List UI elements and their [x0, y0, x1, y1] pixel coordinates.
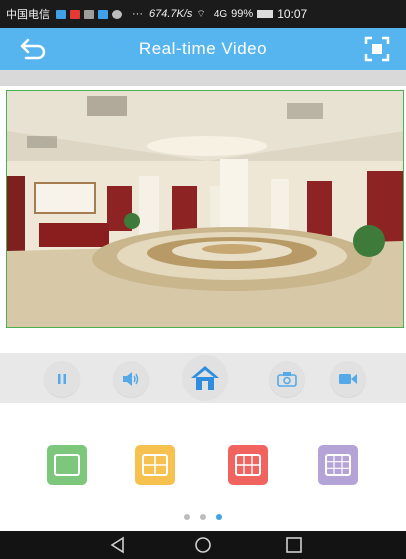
video-frame-image: [7, 91, 403, 327]
layout-quad[interactable]: [135, 445, 175, 485]
single-view-icon: [54, 454, 80, 476]
battery-icon: [257, 10, 274, 18]
back-arrow-icon[interactable]: [18, 36, 48, 62]
page-indicator: [0, 514, 406, 526]
page-dot[interactable]: [200, 514, 206, 520]
page-dot[interactable]: [184, 514, 190, 520]
more-notifications: ···: [132, 8, 143, 20]
fullscreen-icon[interactable]: [363, 35, 391, 63]
title-bar: Real-time Video: [0, 28, 406, 70]
system-nav-bar: [0, 531, 406, 559]
recents-square-icon[interactable]: [284, 535, 304, 555]
page-title: Real-time Video: [138, 39, 268, 58]
notification-icon: [84, 9, 94, 19]
clock: 10:07: [277, 7, 308, 21]
snapshot-button[interactable]: [269, 361, 305, 397]
layout-six[interactable]: [228, 445, 268, 485]
video-feed[interactable]: [6, 90, 404, 328]
quad-view-icon: [142, 454, 168, 476]
home-button[interactable]: [182, 355, 228, 401]
battery-percent: 99%: [231, 8, 254, 20]
record-button[interactable]: [330, 361, 366, 397]
signal-label: 4G: [213, 8, 228, 20]
pause-icon: [58, 374, 66, 384]
home-circle-icon[interactable]: [193, 535, 213, 555]
divider: [0, 70, 406, 86]
speaker-icon: [123, 372, 139, 386]
audio-button[interactable]: [113, 361, 149, 397]
notification-icon: [56, 9, 66, 19]
status-bar: 中国电信 ··· 674.7K/s ⌔ 4G 99% 10:07: [0, 0, 406, 28]
notification-icon: [70, 9, 80, 19]
pause-button[interactable]: [44, 361, 80, 397]
net-speed: 674.7K/s: [149, 8, 193, 20]
layout-nine[interactable]: [318, 445, 358, 485]
carrier-label: 中国电信: [6, 8, 50, 21]
page-dot-active[interactable]: [216, 514, 222, 520]
home-icon: [191, 366, 219, 390]
notification-icon: [98, 9, 108, 19]
notification-icon: [112, 9, 122, 19]
nine-view-icon: [325, 454, 351, 476]
six-view-icon: [235, 454, 261, 476]
layout-selector: [0, 440, 406, 490]
layout-single[interactable]: [47, 445, 87, 485]
camera-icon: [277, 372, 297, 387]
back-triangle-icon[interactable]: [108, 535, 128, 555]
video-camera-icon: [339, 374, 357, 384]
wifi-icon: ⌔: [196, 8, 206, 20]
